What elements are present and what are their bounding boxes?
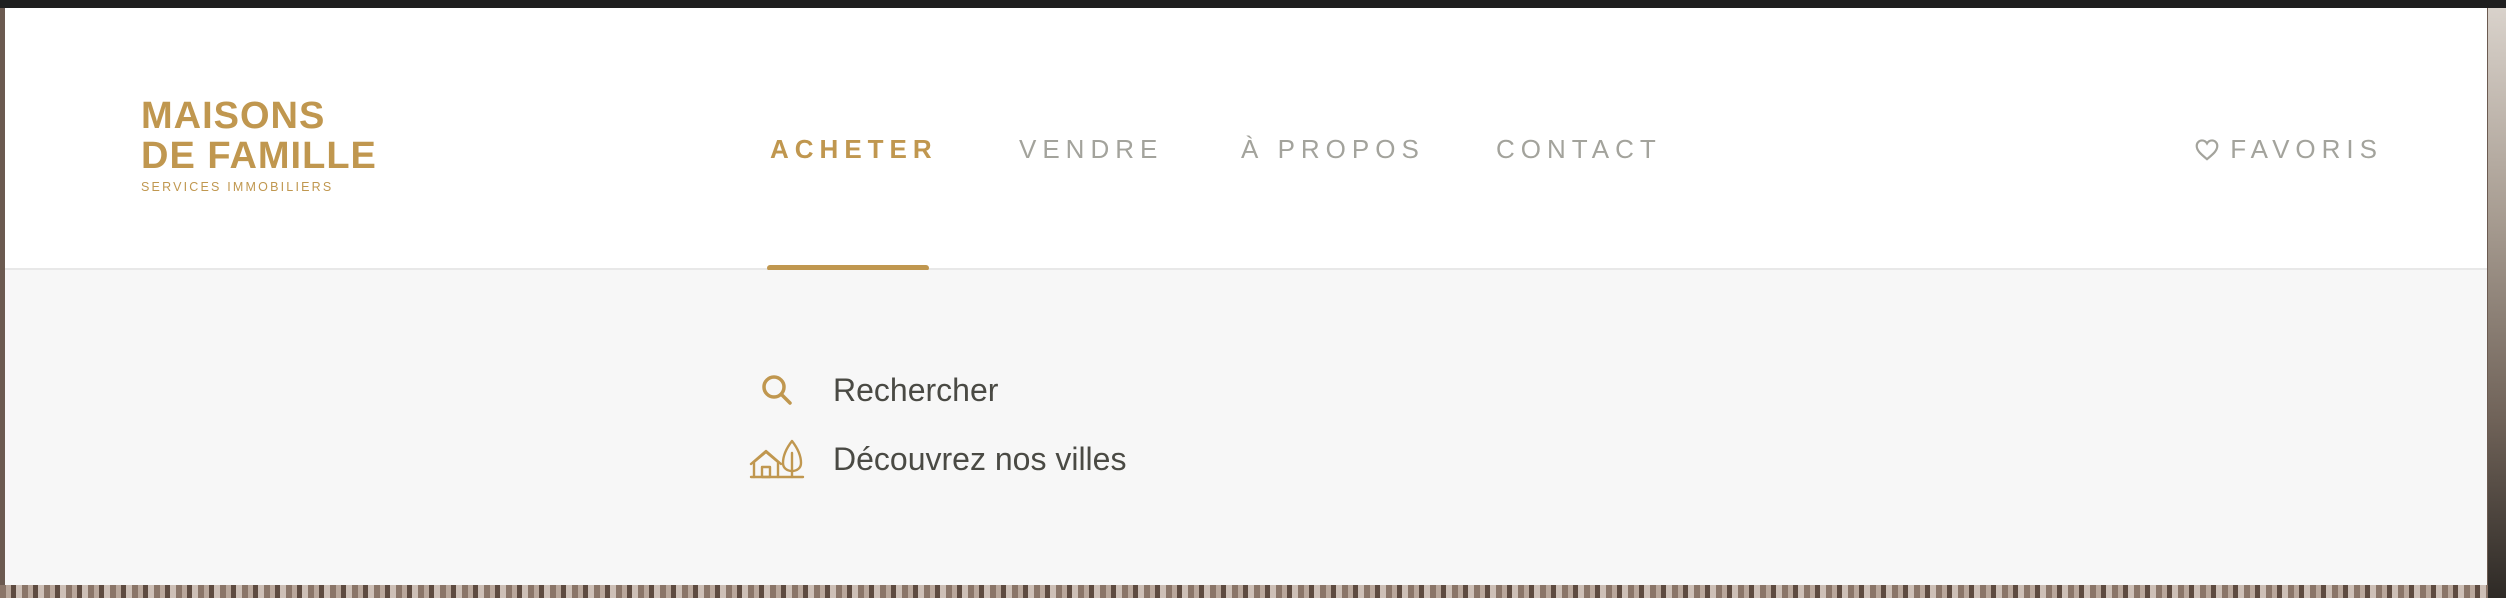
nav-item-acheter[interactable]: ACHETER [770, 134, 938, 165]
dropdown-item-rechercher[interactable]: Rechercher [749, 370, 998, 410]
search-icon [749, 370, 805, 410]
favorites-label: FAVORIS [2230, 134, 2383, 164]
navigation-panel: MAISONS DE FAMILLE SERVICES IMMOBILIERS … [5, 8, 2487, 585]
dropdown-item-villes[interactable]: Découvrez nos villes [749, 439, 1126, 479]
nav-item-contact[interactable]: CONTACT [1496, 134, 1662, 165]
site-header: MAISONS DE FAMILLE SERVICES IMMOBILIERS … [5, 8, 2487, 270]
favorites-link[interactable]: FAVORIS [2194, 134, 2383, 165]
heart-icon [2195, 138, 2219, 161]
nav-item-vendre[interactable]: VENDRE [1019, 134, 1163, 165]
logo-line-2: DE FAMILLE [141, 135, 377, 177]
background-photo-edge [2488, 8, 2506, 598]
window-top-bar [0, 0, 2506, 8]
logo-line-1: MAISONS [141, 95, 326, 137]
city-icon [749, 439, 805, 479]
nav-item-a-propos[interactable]: À PROPOS [1241, 134, 1425, 165]
site-logo[interactable]: MAISONS DE FAMILLE SERVICES IMMOBILIERS [141, 96, 377, 194]
dropdown-item-label: Découvrez nos villes [833, 440, 1127, 477]
background-photo-strip [0, 585, 2506, 598]
dropdown-item-label: Rechercher [833, 371, 999, 408]
logo-tagline: SERVICES IMMOBILIERS [141, 180, 334, 194]
acheter-dropdown-menu: Rechercher Découvrez nos villes [5, 270, 2487, 585]
